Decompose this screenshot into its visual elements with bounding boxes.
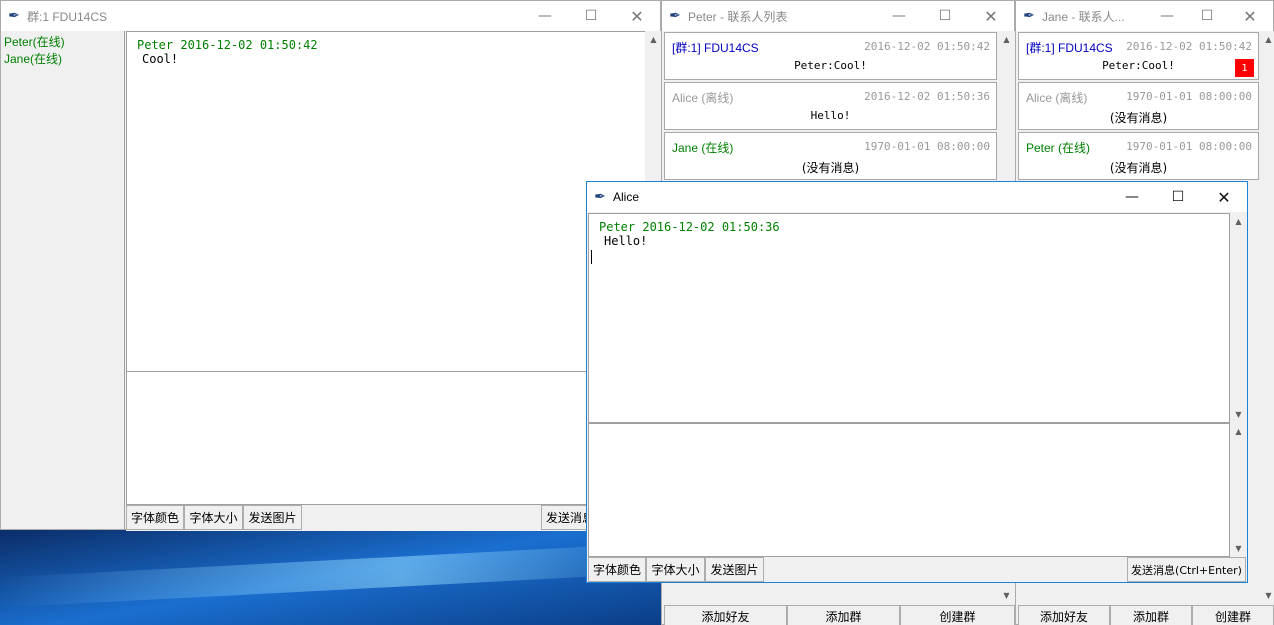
maximize-icon[interactable]: ☐: [568, 1, 614, 31]
message-text: Hello!: [604, 234, 648, 248]
feather-icon: ✒: [594, 189, 606, 205]
minimize-icon[interactable]: —: [522, 1, 568, 31]
contact-time: 1970-01-01 08:00:00: [1126, 140, 1252, 153]
scroll-up-icon[interactable]: ▲: [1230, 423, 1247, 440]
input-scrollbar[interactable]: ▲ ▼: [1230, 423, 1247, 557]
title-bar[interactable]: ✒ 群:1 FDU14CS — ☐ ✕: [1, 1, 660, 31]
send-image-button[interactable]: 发送图片: [243, 505, 302, 530]
font-color-button[interactable]: 字体颜色: [126, 505, 184, 530]
contact-preview: Hello!: [810, 109, 851, 122]
member-list: Peter(在线) Jane(在线): [2, 31, 125, 529]
message-header: Peter 2016-12-02 01:50:36: [599, 220, 780, 234]
send-button[interactable]: 发送消息(Ctrl+Enter): [1127, 557, 1246, 582]
create-group-button[interactable]: 创建群: [1192, 605, 1274, 625]
scroll-up-icon[interactable]: ▲: [645, 31, 662, 48]
group-chat-window: ✒ 群:1 FDU14CS — ☐ ✕ Peter(在线) Jane(在线) P…: [0, 0, 662, 531]
history-scrollbar[interactable]: ▲ ▼: [1230, 213, 1247, 423]
member-item[interactable]: Peter(在线): [4, 33, 122, 50]
contact-card-jane[interactable]: Jane (在线) 1970-01-01 08:00:00 (没有消息): [664, 132, 997, 180]
contact-preview: (没有消息): [801, 161, 860, 175]
contact-name: Peter (在线): [1026, 141, 1091, 155]
contact-time: 2016-12-02 01:50:36: [864, 90, 990, 103]
alice-chat-window: ✒ Alice — ☐ ✕ Peter 2016-12-02 01:50:36 …: [586, 181, 1248, 583]
font-size-button[interactable]: 字体大小: [184, 505, 243, 530]
contact-name: Jane (在线): [672, 141, 734, 155]
minimize-icon[interactable]: —: [1109, 182, 1155, 212]
message-header: Peter 2016-12-02 01:50:42: [137, 38, 318, 52]
contact-time: 2016-12-02 01:50:42: [1126, 40, 1252, 53]
contact-time: 1970-01-01 08:00:00: [1126, 90, 1252, 103]
close-icon[interactable]: ✕: [614, 1, 660, 31]
font-color-button[interactable]: 字体颜色: [588, 557, 646, 582]
send-image-button[interactable]: 发送图片: [705, 557, 764, 582]
message-input[interactable]: [126, 371, 662, 505]
add-friend-button[interactable]: 添加好友: [664, 605, 787, 625]
scroll-down-icon[interactable]: ▼: [1230, 540, 1247, 557]
contact-list-scrollbar[interactable]: ▲ ▼: [1260, 31, 1274, 605]
feather-icon: ✒: [8, 8, 20, 24]
contact-name: Alice (离线): [1026, 91, 1088, 105]
scroll-up-icon[interactable]: ▲: [998, 31, 1015, 48]
contact-time: 1970-01-01 08:00:00: [864, 140, 990, 153]
message-history[interactable]: Peter 2016-12-02 01:50:42 Cool!: [126, 31, 646, 372]
scroll-up-icon[interactable]: ▲: [1230, 213, 1247, 230]
contact-name: [群:1] FDU14CS: [1026, 41, 1113, 55]
contact-preview: Peter:Cool!: [794, 59, 867, 72]
scroll-down-icon[interactable]: ▼: [998, 587, 1015, 604]
window-title: 群:1 FDU14CS: [27, 9, 108, 24]
contact-card-alice[interactable]: Alice (离线) 2016-12-02 01:50:36 Hello!: [664, 82, 997, 130]
message-text: Cool!: [142, 52, 179, 66]
feather-icon: ✒: [669, 8, 681, 24]
title-bar[interactable]: ✒ Alice — ☐ ✕: [587, 182, 1247, 212]
member-item[interactable]: Jane(在线): [4, 50, 122, 67]
window-title: Peter - 联系人列表: [688, 9, 788, 24]
scroll-down-icon[interactable]: ▼: [1230, 406, 1247, 423]
add-group-button[interactable]: 添加群: [1110, 605, 1192, 625]
text-cursor: [591, 250, 592, 264]
contact-card-group[interactable]: [群:1] FDU14CS 2016-12-02 01:50:42 Peter:…: [1018, 32, 1259, 80]
maximize-icon[interactable]: ☐: [1187, 1, 1227, 31]
add-group-button[interactable]: 添加群: [787, 605, 900, 625]
scroll-up-icon[interactable]: ▲: [1260, 31, 1274, 48]
contact-card-alice[interactable]: Alice (离线) 1970-01-01 08:00:00 (没有消息): [1018, 82, 1259, 130]
maximize-icon[interactable]: ☐: [922, 1, 968, 31]
unread-badge: 1: [1235, 59, 1254, 77]
font-size-button[interactable]: 字体大小: [646, 557, 705, 582]
contact-card-group[interactable]: [群:1] FDU14CS 2016-12-02 01:50:42 Peter:…: [664, 32, 997, 80]
contact-time: 2016-12-02 01:50:42: [864, 40, 990, 53]
window-title: Alice: [613, 190, 640, 204]
minimize-icon[interactable]: —: [1147, 1, 1187, 31]
add-friend-button[interactable]: 添加好友: [1018, 605, 1110, 625]
close-icon[interactable]: ✕: [1201, 182, 1247, 212]
scroll-down-icon[interactable]: ▼: [1260, 587, 1274, 604]
contact-preview: (没有消息): [1109, 161, 1168, 175]
create-group-button[interactable]: 创建群: [900, 605, 1015, 625]
contact-name: Alice (离线): [672, 91, 734, 105]
message-history[interactable]: Peter 2016-12-02 01:50:36 Hello!: [588, 213, 1230, 423]
contact-name: [群:1] FDU14CS: [672, 41, 759, 55]
title-bar[interactable]: ✒ Peter - 联系人列表 — ☐ ✕: [662, 1, 1014, 31]
contact-card-peter[interactable]: Peter (在线) 1970-01-01 08:00:00 (没有消息): [1018, 132, 1259, 180]
title-bar[interactable]: ✒ Jane - 联系人... — ☐ ✕: [1016, 1, 1273, 31]
window-title: Jane - 联系人...: [1042, 9, 1125, 24]
contact-preview: (没有消息): [1109, 111, 1168, 125]
close-icon[interactable]: ✕: [968, 1, 1014, 31]
close-icon[interactable]: ✕: [1227, 1, 1273, 31]
message-input[interactable]: [588, 423, 1230, 557]
minimize-icon[interactable]: —: [876, 1, 922, 31]
feather-icon: ✒: [1023, 8, 1035, 24]
maximize-icon[interactable]: ☐: [1155, 182, 1201, 212]
contact-preview: Peter:Cool!: [1102, 59, 1175, 72]
